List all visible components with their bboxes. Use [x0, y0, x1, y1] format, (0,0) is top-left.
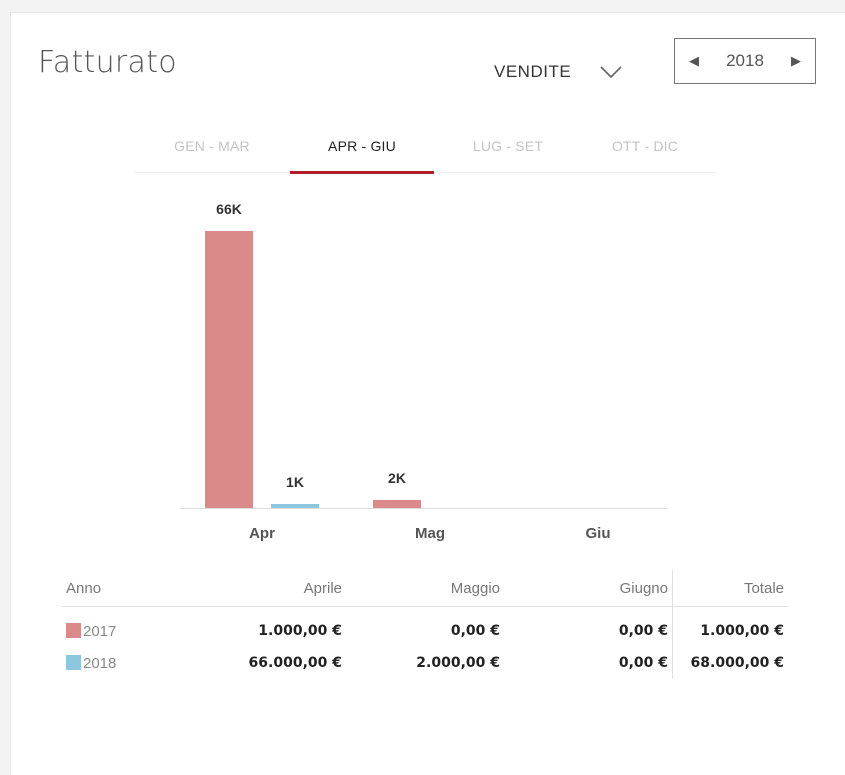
previous-year-icon[interactable]: ◀	[689, 53, 699, 69]
value-cell: 66.000,00 €	[248, 655, 342, 671]
total-cell: 68.000,00 €	[690, 655, 784, 671]
header-giugno: Giugno	[504, 570, 673, 607]
bar-value-label: 2K	[388, 470, 406, 486]
x-axis-line	[180, 508, 667, 509]
revenue-table: Anno Aprile Maggio Giugno Totale 2017 1.…	[62, 570, 788, 679]
header-aprile: Aprile	[188, 570, 346, 607]
header-maggio: Maggio	[346, 570, 504, 607]
next-year-icon[interactable]: ▶	[791, 53, 801, 69]
year-cell: 2017	[62, 607, 188, 648]
table-header-row: Anno Aprile Maggio Giugno Totale	[62, 570, 788, 607]
header-anno: Anno	[62, 570, 188, 607]
year-label: 2018	[83, 654, 117, 672]
value-cell: 1.000,00 €	[258, 623, 342, 639]
bar-2017-mag[interactable]	[373, 500, 421, 508]
header-totale: Totale	[672, 570, 788, 607]
legend-swatch-2017	[66, 622, 81, 638]
value-cell: 0,00 €	[504, 606, 673, 647]
value-cell: 0,00 €	[450, 623, 500, 639]
x-tick-label: Giu	[585, 525, 611, 542]
year-cell: 2018	[62, 647, 188, 679]
tab-ott-dic[interactable]: OTT - DIC	[590, 138, 700, 171]
value-cell: 0,00 €	[504, 647, 673, 679]
tab-gen-mar[interactable]: GEN - MAR	[157, 138, 267, 171]
sales-type-label: VENDITE	[494, 62, 572, 81]
year-label: 2017	[83, 622, 117, 640]
year-value: 2018	[726, 51, 764, 70]
quarter-tabs: GEN - MAR APR - GIU LUG - SET OTT - DIC	[135, 130, 717, 174]
total-cell: 1.000,00 €	[700, 623, 784, 639]
page-title: Fatturato	[38, 45, 177, 80]
chevron-down-icon	[600, 66, 622, 79]
bar-2017-apr[interactable]	[205, 231, 253, 508]
x-tick-label: Mag	[415, 525, 445, 542]
year-selector: ◀ 2018 ▶	[674, 38, 816, 84]
table-row: 2017 1.000,00 € 0,00 € 0,00 € 1.000,00 €	[62, 606, 788, 648]
tab-lug-set[interactable]: LUG - SET	[453, 138, 563, 171]
table-row: 2018 66.000,00 € 2.000,00 € 0,00 € 68.00…	[62, 647, 788, 679]
sales-type-dropdown[interactable]: VENDITE	[494, 62, 623, 82]
bar-value-label: 1K	[286, 474, 304, 490]
bar-value-label: 66K	[216, 201, 242, 217]
x-tick-label: Apr	[249, 525, 275, 542]
legend-swatch-2018	[66, 654, 81, 670]
value-cell: 2.000,00 €	[416, 655, 500, 671]
tab-apr-giu[interactable]: APR - GIU	[290, 138, 434, 174]
